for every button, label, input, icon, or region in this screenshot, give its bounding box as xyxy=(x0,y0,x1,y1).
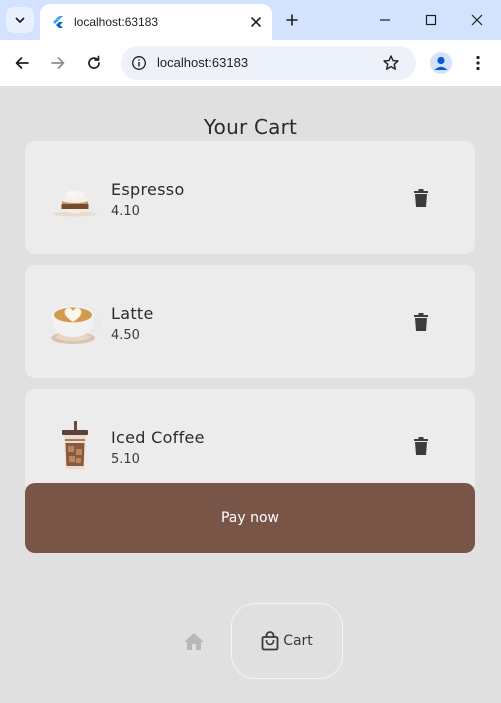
plus-icon xyxy=(286,14,298,26)
pay-now-button[interactable]: Pay now xyxy=(25,483,475,553)
nav-cart-label: Cart xyxy=(283,633,313,649)
trash-icon xyxy=(414,313,428,331)
window-close-button[interactable] xyxy=(463,6,491,34)
address-bar-url: localhost:63183 xyxy=(157,55,249,70)
new-tab-button[interactable] xyxy=(280,8,304,32)
bottom-navigation: Cart xyxy=(0,601,501,681)
flutter-icon xyxy=(50,14,66,30)
cart-item: Iced Coffee 5.10 xyxy=(25,389,475,486)
tab-search-button[interactable] xyxy=(6,7,34,33)
close-icon xyxy=(471,14,483,26)
nav-home-button[interactable] xyxy=(182,629,206,653)
back-button[interactable] xyxy=(8,49,36,77)
address-bar[interactable]: localhost:63183 xyxy=(121,46,416,80)
item-price: 5.10 xyxy=(111,452,140,467)
account-icon xyxy=(430,52,452,74)
item-name: Latte xyxy=(111,304,154,323)
star-icon[interactable] xyxy=(379,51,403,75)
forward-button[interactable] xyxy=(44,49,72,77)
shopping-bag-icon xyxy=(261,631,279,651)
tab-close-button[interactable] xyxy=(246,12,266,32)
reload-icon xyxy=(88,55,100,69)
kebab-menu-icon xyxy=(476,55,480,71)
nav-cart-button[interactable]: Cart xyxy=(231,603,343,679)
item-name: Iced Coffee xyxy=(111,428,205,447)
iced-coffee-image xyxy=(49,421,101,473)
item-price: 4.50 xyxy=(111,328,140,343)
latte-image xyxy=(49,297,102,349)
reload-button[interactable] xyxy=(80,49,108,77)
browser-tab-active[interactable]: localhost:63183 xyxy=(40,4,272,40)
arrow-left-icon xyxy=(15,57,29,69)
tab-title: localhost:63183 xyxy=(74,15,159,29)
delete-item-button[interactable] xyxy=(409,434,433,458)
home-icon xyxy=(184,632,204,650)
window-minimize-button[interactable] xyxy=(371,6,399,34)
page-title: Your Cart xyxy=(203,115,298,139)
window-maximize-button[interactable] xyxy=(417,6,445,34)
arrow-right-icon xyxy=(51,57,65,69)
delete-item-button[interactable] xyxy=(409,186,433,210)
browser-titlebar: localhost:63183 xyxy=(0,0,501,40)
app-viewport: Your Cart Espresso 4.10 Latte 4.50 Iced … xyxy=(0,86,501,703)
delete-item-button[interactable] xyxy=(409,310,433,334)
espresso-image xyxy=(49,173,101,225)
item-price: 4.10 xyxy=(111,204,140,219)
close-icon xyxy=(251,17,261,27)
browser-toolbar: localhost:63183 xyxy=(0,40,501,86)
trash-icon xyxy=(414,437,428,455)
cart-list[interactable]: Espresso 4.10 Latte 4.50 Iced Coffee 5.1… xyxy=(25,141,475,486)
info-icon[interactable] xyxy=(127,51,151,75)
item-name: Espresso xyxy=(111,180,185,199)
browser-menu-button[interactable] xyxy=(466,51,490,75)
trash-icon xyxy=(414,189,428,207)
profile-button[interactable] xyxy=(430,52,452,74)
cart-item: Latte 4.50 xyxy=(25,265,475,378)
cart-item: Espresso 4.10 xyxy=(25,141,475,254)
chevron-down-icon xyxy=(15,17,25,23)
minimize-icon xyxy=(380,19,390,21)
maximize-icon xyxy=(425,14,437,26)
